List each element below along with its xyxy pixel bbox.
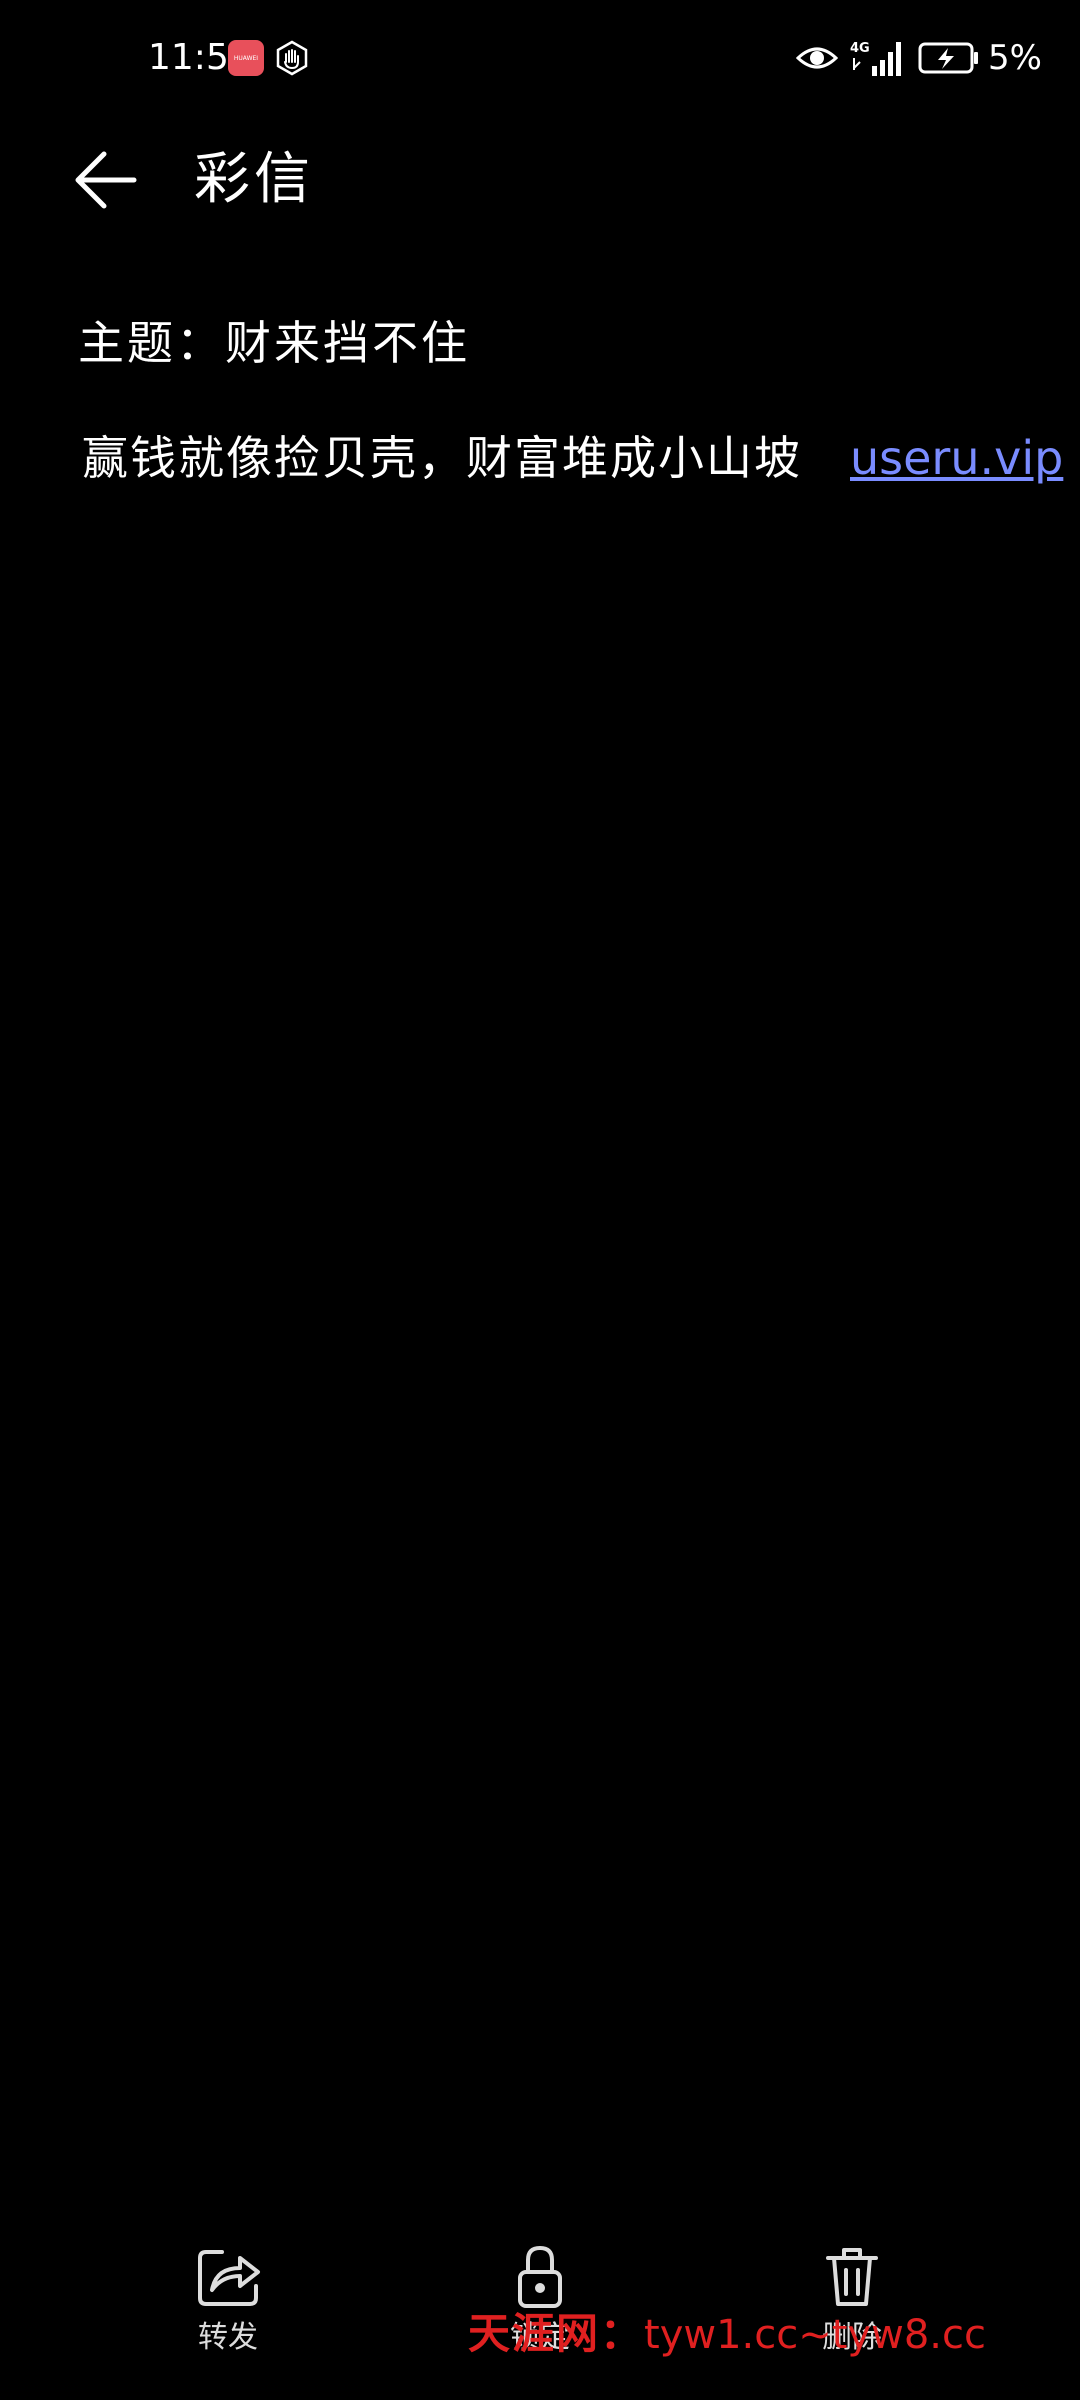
forward-button[interactable]: 转发 (128, 2240, 328, 2370)
message-subject: 主题：财来挡不住 (78, 316, 470, 370)
lock-icon (518, 2245, 562, 2308)
message-body: 赢钱就像捡贝壳，财富堆成小山坡 (82, 431, 802, 485)
trash-icon (826, 2248, 878, 2306)
back-arrow-icon[interactable] (70, 144, 142, 216)
battery-charging-icon (918, 42, 978, 74)
hand-stop-icon (276, 40, 308, 76)
watermark-brand: 天涯网： (468, 2309, 645, 2358)
signal-4g-icon: 4G (850, 41, 901, 76)
forward-label: 转发 (198, 2320, 258, 2355)
message-body-line: 赢钱就像捡贝壳，财富堆成小山坡 useru.vip (82, 426, 1063, 490)
network-type-text: 4G (850, 41, 870, 56)
watermark: 天涯网：tyw1.cc~tyw8.cc (468, 2310, 986, 2359)
huawei-app-icon: HUAWEI (228, 40, 264, 76)
eye-icon (796, 47, 838, 69)
app-badge-text: HUAWEI (233, 54, 259, 62)
watermark-urls: tyw1.cc~tyw8.cc (644, 2312, 986, 2358)
share-forward-icon (198, 2250, 260, 2306)
message-link[interactable]: useru.vip (850, 431, 1063, 485)
page-title: 彩信 (194, 147, 314, 212)
battery-percent: 5% (988, 38, 1042, 78)
status-bar: 11:57 HUAWEI 4G 5% (0, 0, 1080, 120)
